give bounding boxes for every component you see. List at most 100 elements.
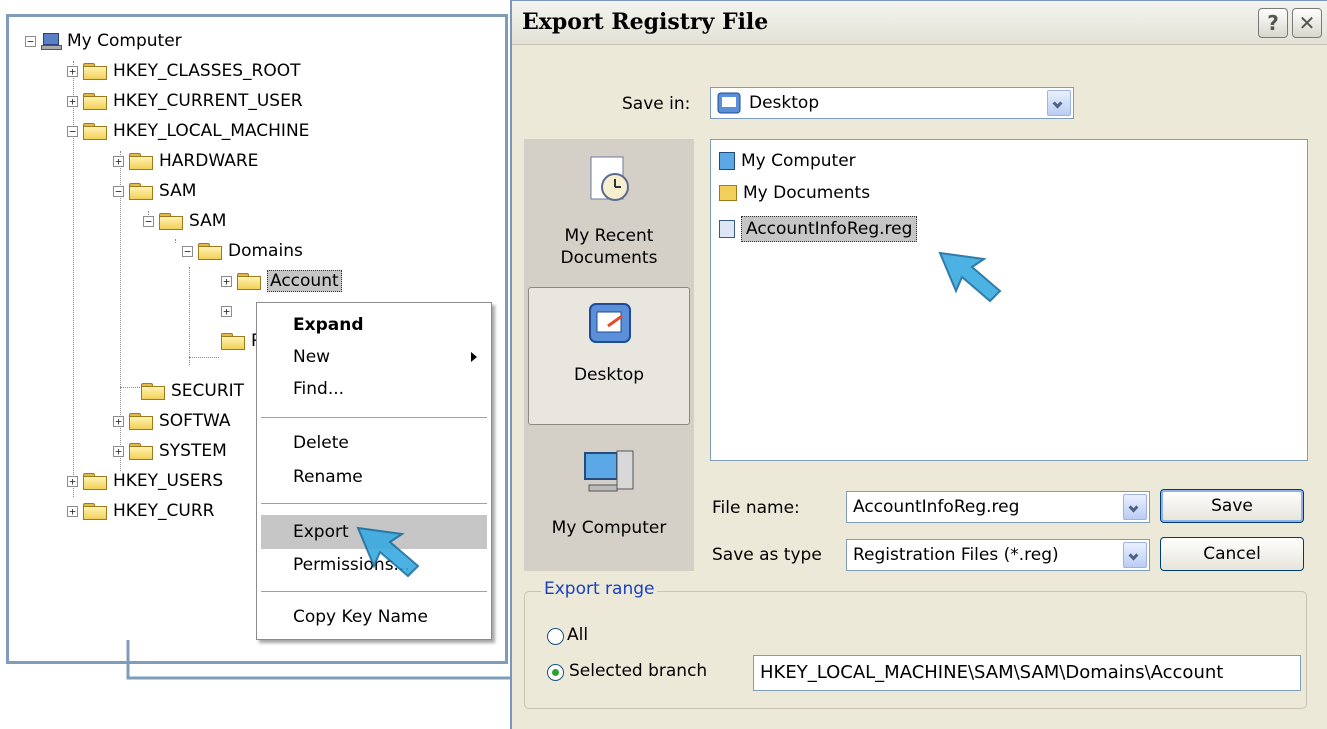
menu-item-copy-key-name[interactable]: Copy Key Name — [261, 603, 487, 631]
expand-toggle[interactable]: + — [113, 155, 124, 167]
place-label: My Computer — [551, 518, 667, 538]
recent-documents-icon — [590, 156, 629, 201]
tree-item-sam-sam[interactable]: − SAM — [143, 209, 226, 233]
menu-item-label: New — [293, 347, 331, 367]
my-computer-icon — [584, 450, 634, 492]
dialog-titlebar[interactable]: Export Registry File ? ✕ — [512, 1, 1327, 45]
tree-item-hkey-users[interactable]: + HKEY_USERS — [67, 469, 223, 493]
connector-arrow — [126, 640, 536, 684]
save-button[interactable]: Save — [1160, 489, 1304, 523]
tree-item-my-computer[interactable]: − My Computer — [25, 29, 182, 53]
menu-item-rename[interactable]: Rename — [261, 463, 487, 491]
tree-item-label: SAM — [159, 181, 197, 201]
folder-icon — [221, 332, 245, 350]
folder-open-icon — [198, 242, 222, 260]
file-name-label: File name: — [712, 498, 800, 518]
radio-all-label: All — [567, 625, 589, 645]
tree-item-label: Domains — [228, 241, 303, 261]
menu-item-find[interactable]: Find... — [261, 375, 487, 403]
save-in-dropdown[interactable]: Desktop — [710, 87, 1074, 119]
save-as-type-dropdown[interactable]: Registration Files (*.reg) — [846, 539, 1150, 571]
file-item-label: My Documents — [743, 183, 871, 203]
file-item-accountinforeg[interactable]: AccountInfoReg.reg — [719, 216, 918, 242]
places-bar: My Recent Documents Desktop My Computer — [524, 139, 694, 571]
desktop-icon — [717, 92, 741, 114]
file-name-value: AccountInfoReg.reg — [853, 497, 1020, 517]
tree-item-hkey-current-config[interactable]: + HKEY_CURR — [67, 499, 215, 523]
collapse-toggle[interactable]: − — [182, 245, 193, 257]
tree-item-account[interactable]: + Account — [221, 269, 342, 293]
cancel-button[interactable]: Cancel — [1160, 537, 1304, 571]
folder-icon — [83, 62, 107, 80]
folder-open-icon — [159, 212, 183, 230]
tree-item-hkey-classes-root[interactable]: + HKEY_CLASSES_ROOT — [67, 59, 301, 83]
save-in-label: Save in: — [622, 94, 691, 114]
tree-item-security[interactable]: SECURIT — [141, 379, 244, 403]
expand-toggle[interactable]: + — [67, 475, 78, 487]
tree-item-hkey-local-machine[interactable]: − HKEY_LOCAL_MACHINE — [67, 119, 309, 143]
expand-toggle[interactable]: + — [221, 275, 232, 287]
save-as-type-label: Save as type — [712, 545, 822, 565]
file-list[interactable]: My Computer My Documents AccountInfoReg.… — [710, 139, 1308, 461]
expand-toggle[interactable]: + — [67, 505, 78, 517]
file-item-my-computer[interactable]: My Computer — [719, 148, 856, 174]
tree-item-label: HKEY_LOCAL_MACHINE — [113, 121, 310, 141]
expand-toggle[interactable]: + — [113, 415, 124, 427]
tree-item-system[interactable]: + SYSTEM — [113, 439, 227, 463]
tree-item-hardware[interactable]: + HARDWARE — [113, 149, 258, 173]
folder-open-icon — [237, 272, 261, 290]
tree-item-domains[interactable]: − Domains — [182, 239, 303, 263]
help-button[interactable]: ? — [1258, 8, 1288, 38]
tree-connector — [120, 387, 140, 388]
expand-toggle[interactable]: + — [113, 445, 124, 457]
file-item-label-selected: AccountInfoReg.reg — [741, 216, 918, 242]
save-in-value: Desktop — [749, 93, 820, 113]
chevron-down-icon[interactable] — [1047, 90, 1071, 116]
menu-item-delete[interactable]: Delete — [261, 429, 487, 457]
my-computer-icon — [719, 152, 735, 170]
context-menu: Expand New Find... Delete Rename Export … — [256, 302, 492, 640]
expand-toggle[interactable]: + — [221, 305, 232, 317]
menu-item-new[interactable]: New — [261, 343, 487, 371]
tree-item-label: SAM — [189, 211, 227, 231]
tree-item-label: HKEY_CLASSES_ROOT — [113, 61, 301, 81]
radio-selected-branch[interactable] — [547, 664, 564, 681]
my-documents-icon — [719, 185, 737, 201]
expand-toggle[interactable]: + — [67, 95, 78, 107]
collapse-toggle[interactable]: − — [67, 125, 78, 137]
folder-icon — [141, 382, 165, 400]
selected-branch-input[interactable]: HKEY_LOCAL_MACHINE\SAM\SAM\Domains\Accou… — [753, 655, 1301, 691]
close-button[interactable]: ✕ — [1292, 8, 1322, 38]
tree-item-partial[interactable]: + — [221, 299, 237, 323]
collapse-toggle[interactable]: − — [25, 35, 36, 47]
menu-separator — [261, 417, 487, 418]
chevron-down-icon[interactable] — [1123, 542, 1147, 568]
expand-toggle[interactable]: + — [67, 65, 78, 77]
place-label: My Recent Documents — [560, 226, 658, 268]
file-name-field[interactable]: AccountInfoReg.reg — [846, 491, 1150, 523]
chevron-down-icon[interactable] — [1123, 494, 1147, 520]
radio-selected-branch-label: Selected branch — [569, 661, 708, 681]
folder-open-icon — [129, 182, 153, 200]
folder-icon — [83, 92, 107, 110]
collapse-toggle[interactable]: − — [113, 185, 124, 197]
tree-item-software[interactable]: + SOFTWA — [113, 409, 231, 433]
place-my-computer[interactable]: My Computer — [528, 433, 690, 571]
radio-all[interactable] — [547, 628, 564, 645]
registry-file-icon — [719, 220, 735, 238]
tree-item-label: My Computer — [67, 31, 182, 51]
place-my-recent-documents[interactable]: My Recent Documents — [528, 145, 690, 283]
tree-item-label: SOFTWA — [159, 411, 231, 431]
menu-item-expand[interactable]: Expand — [261, 311, 487, 339]
menu-separator — [261, 591, 487, 592]
tree-item-label: HKEY_CURR — [113, 501, 215, 521]
place-label: Desktop — [573, 365, 645, 385]
place-desktop[interactable]: Desktop — [528, 287, 690, 425]
desktop-icon — [589, 303, 631, 343]
file-item-my-documents[interactable]: My Documents — [719, 180, 870, 206]
collapse-toggle[interactable]: − — [143, 215, 154, 227]
tree-connector — [189, 357, 219, 358]
tree-item-sam[interactable]: − SAM — [113, 179, 196, 203]
save-as-type-value: Registration Files (*.reg) — [853, 545, 1059, 565]
tree-item-hkey-current-user[interactable]: + HKEY_CURRENT_USER — [67, 89, 303, 113]
